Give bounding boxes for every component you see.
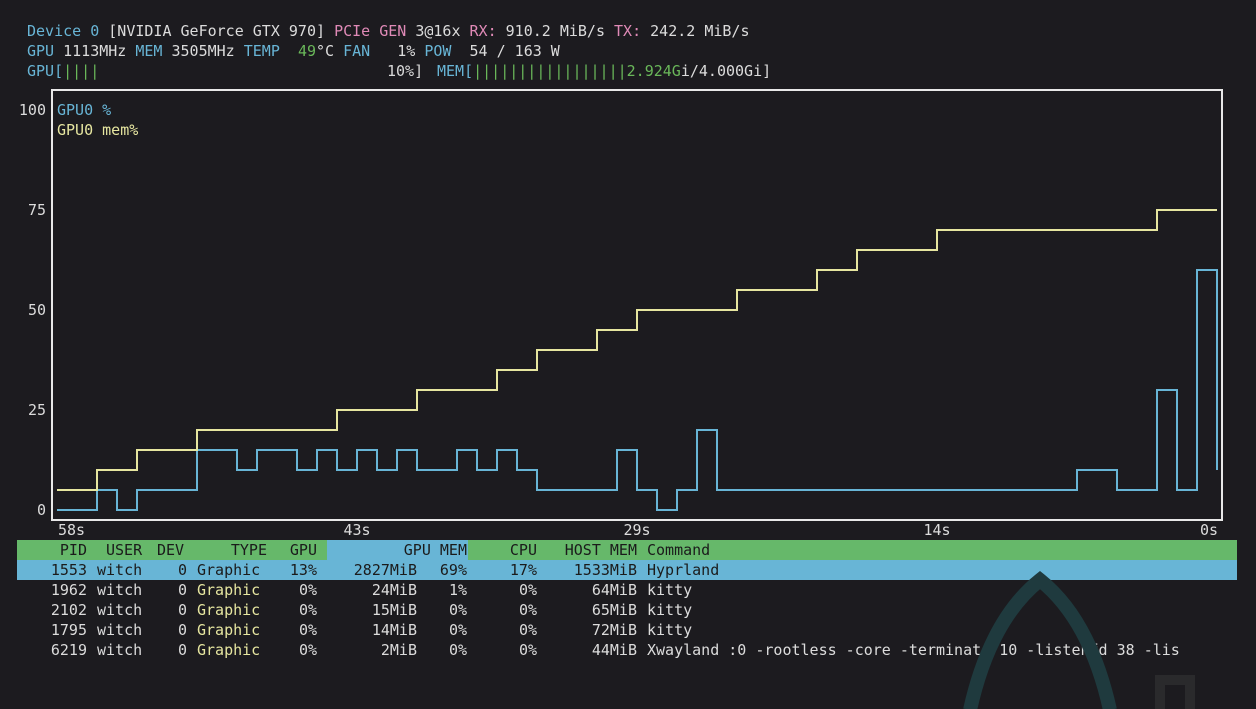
row-host-mem: 1533MiB [573,561,637,579]
row-gpu: 13% [289,561,317,579]
col-pid[interactable]: PID [17,540,87,560]
row-dev: 0 [177,601,187,619]
row-host-mem: 64MiB [591,581,637,599]
row-gpu-mem-pct: 69% [439,561,467,579]
row-cpu: 0% [518,581,537,599]
row-type: Graphic [197,641,261,659]
row-pid: 1795 [50,621,87,639]
row-cpu: 0% [518,621,537,639]
row-command: Hyprland [647,561,720,579]
row-gpu: 0% [298,641,317,659]
row-gpu-mem: 14MiB [371,621,417,639]
row-command: kitty [647,601,693,619]
terminal-window: Device 0 [NVIDIA GeForce GTX 970] PCIe G… [0,0,1256,709]
x-tick-label: 29s [623,521,650,539]
row-gpu: 0% [298,601,317,619]
row-type: Graphic [197,601,261,619]
col-host-mem[interactable]: HOST MEM [547,540,637,560]
row-user: witch [97,581,143,599]
row-pid: 2102 [50,601,87,619]
y-tick-label: 100 [19,101,46,119]
row-gpu-mem-pct: 1% [448,581,467,599]
y-tick-label: 0 [37,501,46,519]
col-gpu[interactable]: GPU [267,540,317,560]
row-command: Xwayland :0 -rootless -core -terminate 1… [647,641,1180,659]
row-pid: 1962 [50,581,87,599]
row-dev: 0 [177,581,187,599]
row-user: witch [97,621,143,639]
usage-chart: 100 75 50 25 0 58s 43s 29s 14s 0s GPU0 % GPU0 me… [19,89,1223,539]
row-command: kitty [647,621,693,639]
col-command[interactable]: Command [647,540,710,560]
row-dev: 0 [177,621,187,639]
chart-series [57,209,1218,511]
gpu-mem-percent-series-line [57,209,1217,491]
row-gpu-mem-pct: 0% [448,621,467,639]
row-type: Graphic [197,621,261,639]
row-host-mem: 44MiB [591,641,637,659]
row-pid: 6219 [50,641,87,659]
row-host-mem: 72MiB [591,621,637,639]
row-pid: 1553 [50,561,87,579]
row-dev: 0 [177,641,187,659]
x-tick-label: 58s [58,521,85,539]
row-cpu: 0% [518,641,537,659]
y-tick-label: 75 [28,201,46,219]
row-type: Graphic [197,561,261,579]
row-gpu-mem: 2827MiB [353,561,417,579]
row-cpu: 17% [509,561,537,579]
legend-gpu-mem-percent: GPU0 mem% [57,121,138,139]
col-type[interactable]: TYPE [187,540,267,560]
row-gpu: 0% [298,621,317,639]
row-host-mem: 65MiB [591,601,637,619]
x-tick-label: 14s [923,521,950,539]
row-gpu-mem-pct: 0% [448,601,467,619]
row-user: witch [97,561,143,579]
legend-gpu-percent: GPU0 % [57,101,111,119]
x-axis-ticks: 58s 43s 29s 14s 0s [58,521,1218,539]
row-user: witch [97,601,143,619]
gpu-percent-series-line [57,269,1218,511]
row-type: Graphic [197,581,261,599]
x-tick-label: 0s [1200,521,1218,539]
col-cpu[interactable]: CPU [477,540,537,560]
row-gpu-mem: 24MiB [371,581,417,599]
row-gpu-mem: 2MiB [380,641,417,659]
row-user: witch [97,641,143,659]
y-axis-ticks: 100 75 50 25 0 [19,101,46,519]
row-command: kitty [647,581,693,599]
x-tick-label: 43s [343,521,370,539]
row-gpu: 0% [298,581,317,599]
col-user[interactable]: USER [106,540,142,560]
col-dev[interactable]: DEV [157,540,184,560]
col-gpu-mem[interactable]: GPU MEM [327,540,467,560]
row-dev: 0 [177,561,187,579]
row-gpu-mem-pct: 0% [448,641,467,659]
y-tick-label: 25 [28,401,46,419]
y-tick-label: 50 [28,301,46,319]
row-cpu: 0% [518,601,537,619]
row-gpu-mem: 15MiB [371,601,417,619]
